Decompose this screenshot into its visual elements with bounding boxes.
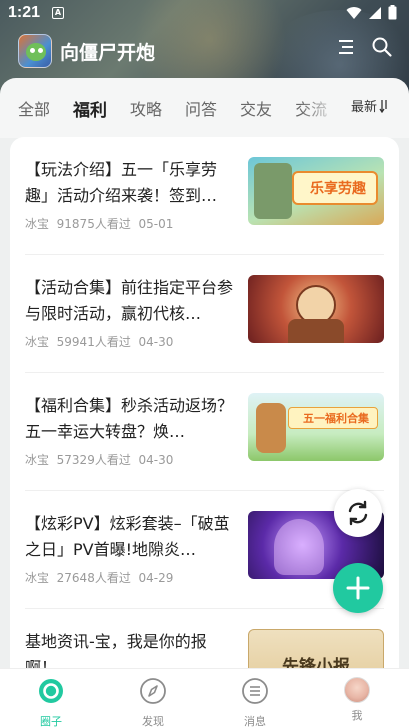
plus-icon xyxy=(346,576,370,600)
page-title: 向僵尸开炮 xyxy=(60,42,156,64)
battery-icon xyxy=(388,5,397,20)
post-title: 基地资讯-宝，我是你的报啊！ xyxy=(25,632,207,668)
nav-discover[interactable]: 发现 xyxy=(123,677,183,728)
post-item[interactable]: 【玩法介绍】五一「乐享劳趣」活动介绍来袭！签到… 冰宝 91875人看过 05-… xyxy=(10,137,399,255)
post-thumbnail: 先锋小报 xyxy=(248,629,384,668)
signal-icon xyxy=(369,6,381,19)
post-title: 【福利合集】秒杀活动返场？五一幸运大转盘？焕… xyxy=(25,396,234,441)
sort-label: 最新 xyxy=(350,100,377,115)
nav-label: 发现 xyxy=(142,715,164,728)
post-item[interactable]: 基地资讯-宝，我是你的报啊！ 先锋小报 xyxy=(10,609,399,668)
avatar-icon xyxy=(344,677,370,703)
post-thumbnail: 五一福利合集 xyxy=(248,393,384,461)
post-item[interactable]: 【活动合集】前往指定平台参与限时活动，赢初代核… 冰宝 59941人看过 04-… xyxy=(10,255,399,373)
thumbnail-caption: 先锋小报 xyxy=(282,657,350,668)
thumbnail-caption: 乐享劳趣 xyxy=(310,181,366,197)
post-thumbnail: 乐享劳趣 xyxy=(248,157,384,225)
nav-circle[interactable]: 圈子 xyxy=(21,677,81,728)
post-author: 冰宝 xyxy=(25,335,50,349)
post-date: 04-30 xyxy=(138,335,174,349)
thumbnail-caption: 五一福利合集 xyxy=(303,412,369,425)
search-icon[interactable] xyxy=(371,36,393,58)
status-bar: 1:21 A xyxy=(0,0,409,28)
post-views: 91875人看过 xyxy=(56,217,131,231)
message-list-icon xyxy=(242,678,268,704)
wifi-icon xyxy=(346,6,362,19)
nav-me[interactable]: 我 xyxy=(327,677,387,723)
post-item[interactable]: 【福利合集】秒杀活动返场？五一幸运大转盘？焕… 冰宝 57329人看过 04-3… xyxy=(10,373,399,491)
tabs-fade-overlay xyxy=(300,78,340,118)
nav-messages[interactable]: 消息 xyxy=(225,677,285,728)
app-bar: 向僵尸开炮 xyxy=(0,28,409,76)
circle-ring-icon xyxy=(39,679,63,703)
post-views: 59941人看过 xyxy=(56,335,131,349)
system-icons xyxy=(346,5,397,20)
post-thumbnail xyxy=(248,275,384,343)
post-author: 冰宝 xyxy=(25,453,50,467)
nav-label: 圈子 xyxy=(40,715,62,728)
post-date: 05-01 xyxy=(138,217,174,231)
nav-label: 消息 xyxy=(244,715,266,728)
post-meta: 冰宝 57329人看过 04-30 xyxy=(25,451,173,468)
tab-welfare[interactable]: 福利 xyxy=(73,96,108,123)
refresh-button[interactable] xyxy=(334,489,382,537)
post-views: 57329人看过 xyxy=(56,453,131,467)
status-time: 1:21 xyxy=(8,4,41,21)
category-tabs-panel: 全部 福利 攻略 问答 交友 交流 xyxy=(0,78,409,138)
add-post-button[interactable] xyxy=(333,563,383,613)
post-title: 【炫彩PV】炫彩套装–「破茧之日」PV首曝!地隙炎… xyxy=(25,514,230,559)
post-meta: 冰宝 91875人看过 05-01 xyxy=(25,215,173,232)
post-title: 【活动合集】前往指定平台参与限时活动，赢初代核… xyxy=(25,278,234,323)
menu-lines-icon[interactable] xyxy=(335,36,357,58)
post-date: 04-29 xyxy=(138,571,174,585)
refresh-icon xyxy=(348,500,368,526)
bottom-nav: 圈子 发现 消息 我 xyxy=(0,668,409,728)
post-author: 冰宝 xyxy=(25,571,50,585)
compass-icon xyxy=(140,678,166,704)
post-meta: 冰宝 59941人看过 04-30 xyxy=(25,333,173,350)
sort-button[interactable]: 最新 xyxy=(351,96,389,115)
post-date: 04-30 xyxy=(138,453,174,467)
nav-label: 我 xyxy=(351,709,363,722)
tab-all[interactable]: 全部 xyxy=(18,96,50,121)
game-logo-icon[interactable] xyxy=(18,34,52,68)
post-views: 27648人看过 xyxy=(56,571,131,585)
sort-arrows-icon xyxy=(379,99,387,113)
tab-friends[interactable]: 交友 xyxy=(240,96,272,121)
post-meta: 冰宝 27648人看过 04-29 xyxy=(25,569,173,586)
post-author: 冰宝 xyxy=(25,217,50,231)
notification-a-icon: A xyxy=(52,7,64,19)
tab-qa[interactable]: 问答 xyxy=(185,96,217,121)
post-title: 【玩法介绍】五一「乐享劳趣」活动介绍来袭！签到… xyxy=(25,160,218,205)
tab-guide[interactable]: 攻略 xyxy=(130,96,162,121)
